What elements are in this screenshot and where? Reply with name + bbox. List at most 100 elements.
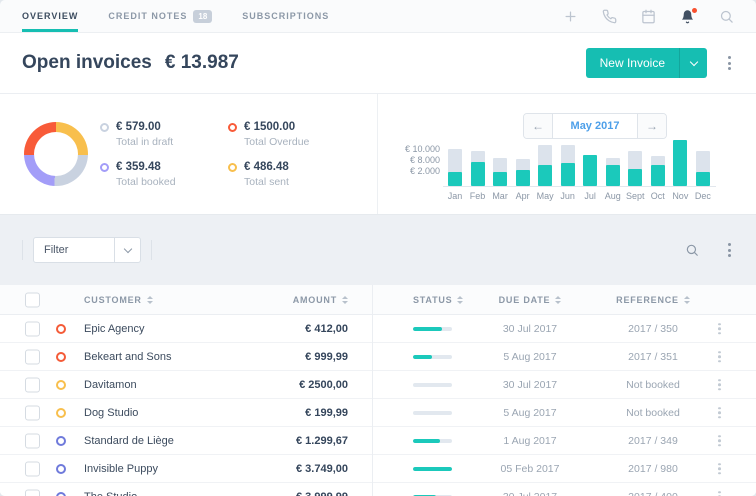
new-invoice-label: New Invoice — [586, 48, 679, 78]
row-checkbox[interactable] — [25, 321, 40, 336]
column-header-customer[interactable]: CUSTOMER — [84, 285, 153, 315]
tab-badge: 18 — [193, 10, 212, 23]
table-row[interactable]: The Studio€ 3.999,9930 Jul 20172017 / 40… — [0, 483, 756, 496]
sort-icon — [457, 296, 463, 304]
filter-toolbar: Filter — [0, 215, 756, 285]
notification-dot — [692, 8, 697, 13]
status-dot — [56, 408, 66, 418]
stat-value: € 1500.00 — [244, 121, 295, 133]
amount-value: € 412,00 — [230, 323, 348, 335]
customer-name[interactable]: Epic Agency — [84, 323, 145, 335]
tab-label: OVERVIEW — [22, 11, 78, 21]
column-header-status[interactable]: STATUS — [413, 285, 463, 315]
customer-name[interactable]: Bekeart and Sons — [84, 351, 171, 363]
status-dot — [56, 352, 66, 362]
bell-icon[interactable] — [680, 9, 695, 24]
stat-top: € 359.48 — [100, 161, 228, 173]
column-header-due-date[interactable]: DUE DATE — [470, 285, 590, 315]
table-row[interactable]: Invisible Puppy€ 3.749,0005 Feb 20172017… — [0, 455, 756, 483]
tab-overview[interactable]: OVERVIEW — [22, 0, 78, 32]
row-checkbox[interactable] — [25, 461, 40, 476]
row-kebab-icon[interactable] — [716, 349, 723, 365]
reference: 2017 / 349 — [593, 435, 713, 447]
bar-jun — [561, 145, 575, 186]
row-kebab-icon[interactable] — [716, 433, 723, 449]
row-kebab-icon[interactable] — [716, 461, 723, 477]
due-date: 05 Feb 2017 — [470, 463, 590, 475]
bar-fill — [471, 162, 485, 186]
column-header-amount[interactable]: AMOUNT — [230, 285, 348, 315]
bar-apr — [516, 159, 530, 186]
bar-feb — [471, 151, 485, 186]
filter-chevron[interactable] — [114, 238, 140, 262]
bar-jan — [448, 149, 462, 186]
customer-name[interactable]: Standard de Liège — [84, 435, 174, 447]
calendar-icon[interactable] — [641, 9, 656, 24]
amount-value: € 3.999,99 — [230, 491, 348, 496]
month-label: Sept — [628, 191, 642, 201]
row-checkbox[interactable] — [25, 405, 40, 420]
stat-dot — [228, 163, 237, 172]
table-search-icon[interactable] — [685, 243, 699, 257]
month-label: Dec — [696, 191, 710, 201]
tab-label: SUBSCRIPTIONS — [242, 11, 329, 21]
row-kebab-icon[interactable] — [716, 405, 723, 421]
select-all-checkbox[interactable] — [25, 292, 40, 307]
bar-fill — [516, 170, 530, 186]
tab-credit-notes[interactable]: CREDIT NOTES18 — [108, 0, 212, 32]
sort-icon — [684, 296, 690, 304]
top-bar: OVERVIEW CREDIT NOTES18 SUBSCRIPTIONS — [0, 0, 756, 33]
amount-value: € 3.749,00 — [230, 463, 348, 475]
phone-icon[interactable] — [602, 9, 617, 24]
row-checkbox[interactable] — [25, 433, 40, 448]
bar-fill — [606, 165, 620, 186]
status-dot — [56, 380, 66, 390]
filter-dropdown[interactable]: Filter — [33, 237, 141, 263]
app-window: OVERVIEWCREDIT NOTES18SUBSCRIPTIONS Open… — [0, 0, 756, 496]
bar-sept — [628, 151, 642, 186]
table-row[interactable]: Dog Studio€ 199,995 Aug 2017Not booked — [0, 399, 756, 427]
progress-fill — [413, 355, 432, 359]
bar-fill — [448, 172, 462, 186]
summary-panel: € 579.00Total in draft€ 1500.00Total Ove… — [0, 93, 756, 215]
row-kebab-icon[interactable] — [716, 377, 723, 393]
customer-name[interactable]: Dog Studio — [84, 407, 138, 419]
stat-value: € 359.48 — [116, 161, 161, 173]
table-row[interactable]: Standard de Liège€ 1.299,671 Aug 2017201… — [0, 427, 756, 455]
status-dot — [56, 492, 66, 496]
stat-dot — [100, 123, 109, 132]
amount-value: € 2500,00 — [230, 379, 348, 391]
customer-name[interactable]: Davitamon — [84, 379, 137, 391]
stat-item: € 359.48 Total booked — [100, 161, 228, 188]
table-row[interactable]: Epic Agency€ 412,0030 Jul 20172017 / 350 — [0, 315, 756, 343]
bar-jul — [583, 155, 597, 186]
row-checkbox[interactable] — [25, 349, 40, 364]
status-dot — [56, 436, 66, 446]
y-tick-label: € 8.000 — [410, 155, 440, 165]
row-checkbox[interactable] — [25, 377, 40, 392]
stat-label: Total booked — [116, 176, 228, 188]
header-kebab-icon[interactable] — [725, 53, 734, 73]
due-date: 30 Jul 2017 — [470, 323, 590, 335]
new-invoice-button[interactable]: New Invoice — [586, 48, 707, 78]
customer-name[interactable]: Invisible Puppy — [84, 463, 158, 475]
bar-fill — [696, 172, 710, 186]
bar-fill — [651, 165, 665, 186]
table-row[interactable]: Bekeart and Sons€ 999,995 Aug 20172017 /… — [0, 343, 756, 371]
search-icon[interactable] — [719, 9, 734, 24]
due-date: 30 Jul 2017 — [470, 379, 590, 391]
tab-subscriptions[interactable]: SUBSCRIPTIONS — [242, 0, 329, 32]
column-header-reference[interactable]: REFERENCE — [593, 285, 713, 315]
table-row[interactable]: Davitamon€ 2500,0030 Jul 2017Not booked — [0, 371, 756, 399]
chevron-down-icon — [689, 57, 697, 65]
month-label: Oct — [651, 191, 665, 201]
progress-fill — [413, 327, 442, 331]
row-kebab-icon[interactable] — [716, 321, 723, 337]
plus-icon[interactable] — [563, 9, 578, 24]
customer-name[interactable]: The Studio — [84, 491, 137, 496]
new-invoice-dropdown[interactable] — [679, 48, 707, 78]
row-kebab-icon[interactable] — [716, 489, 723, 496]
row-checkbox[interactable] — [25, 489, 40, 496]
status-progressbar — [413, 327, 452, 331]
toolbar-kebab-icon[interactable] — [725, 240, 734, 260]
